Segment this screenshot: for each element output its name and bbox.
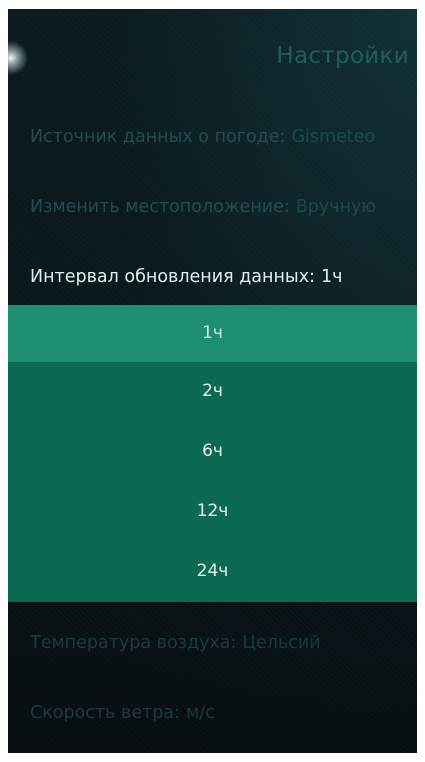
- temperature-unit-value: Цельсий: [242, 633, 321, 653]
- wind-speed-unit-setting[interactable]: Скорость ветра: м/с: [30, 703, 215, 723]
- update-interval-label: Интервал обновления данных:: [30, 267, 315, 287]
- change-location-value: Вручную: [295, 197, 377, 217]
- change-location-setting[interactable]: Изменить местоположение: Вручную: [30, 197, 376, 217]
- pulley-menu-indicator-icon[interactable]: [8, 41, 28, 75]
- interval-option-12h[interactable]: 12ч: [8, 482, 417, 542]
- page-title: Настройки: [276, 43, 409, 69]
- weather-source-label: Источник данных о погоде:: [30, 127, 286, 147]
- update-interval-setting[interactable]: Интервал обновления данных: 1ч: [30, 267, 342, 287]
- interval-option-1h[interactable]: 1ч: [8, 305, 417, 362]
- wind-speed-unit-value: м/с: [186, 703, 215, 723]
- interval-option-2h[interactable]: 2ч: [8, 362, 417, 422]
- update-interval-value: 1ч: [320, 267, 343, 287]
- interval-option-24h[interactable]: 24ч: [8, 542, 417, 602]
- temperature-unit-label: Температура воздуха:: [30, 633, 237, 653]
- update-interval-dropdown: 1ч 2ч 6ч 12ч 24ч: [8, 305, 417, 602]
- temperature-unit-setting[interactable]: Температура воздуха: Цельсий: [30, 633, 321, 653]
- interval-option-6h[interactable]: 6ч: [8, 422, 417, 482]
- weather-source-setting[interactable]: Источник данных о погоде: Gismeteo: [30, 127, 375, 147]
- wind-speed-unit-label: Скорость ветра:: [30, 703, 181, 723]
- change-location-label: Изменить местоположение:: [30, 197, 290, 217]
- settings-screen: Настройки Источник данных о погоде: Gisme…: [8, 9, 417, 753]
- weather-source-value: Gismeteo: [291, 127, 376, 147]
